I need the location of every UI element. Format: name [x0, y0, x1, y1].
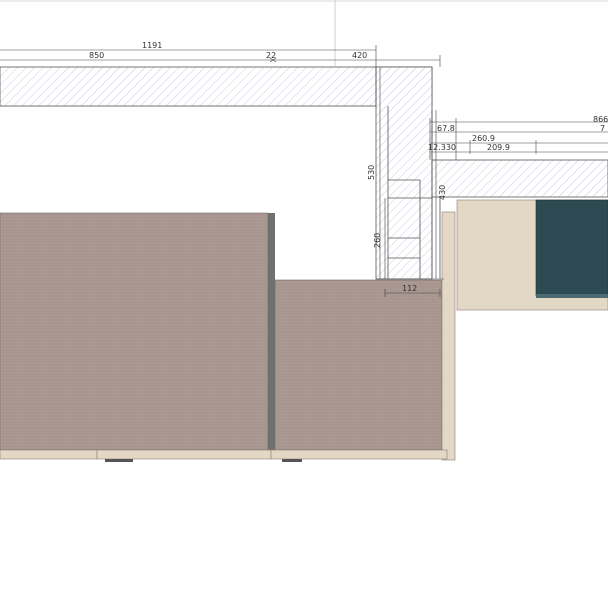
dim-260: 260 — [373, 233, 382, 248]
dim-7: 7 — [600, 124, 605, 133]
dim-67-8: 67.8 — [437, 124, 455, 133]
middle-cabinet — [275, 280, 442, 450]
dim-260-9: 260.9 — [472, 134, 495, 143]
dim-430: 430 — [438, 185, 447, 200]
right-dimensions — [430, 118, 608, 160]
right-upper-unit — [457, 200, 608, 310]
left-cabinet — [0, 213, 275, 450]
dim-209-9: 209.9 — [487, 143, 510, 152]
base-plinth — [0, 450, 447, 462]
elevation-drawing: 1191 850 22 420 530 260 430 112 866 7 67… — [0, 0, 608, 607]
right-wall-section — [432, 160, 608, 197]
dim-866: 866 — [593, 115, 608, 124]
dim-12-330: 12.330 — [428, 143, 456, 152]
dim-850: 850 — [89, 51, 104, 60]
dim-1191: 1191 — [142, 41, 162, 50]
dim-530: 530 — [367, 165, 376, 180]
side-panel — [442, 212, 455, 460]
dim-22: 22 — [266, 51, 276, 60]
dim-112: 112 — [402, 284, 417, 293]
dim-420: 420 — [352, 51, 367, 60]
